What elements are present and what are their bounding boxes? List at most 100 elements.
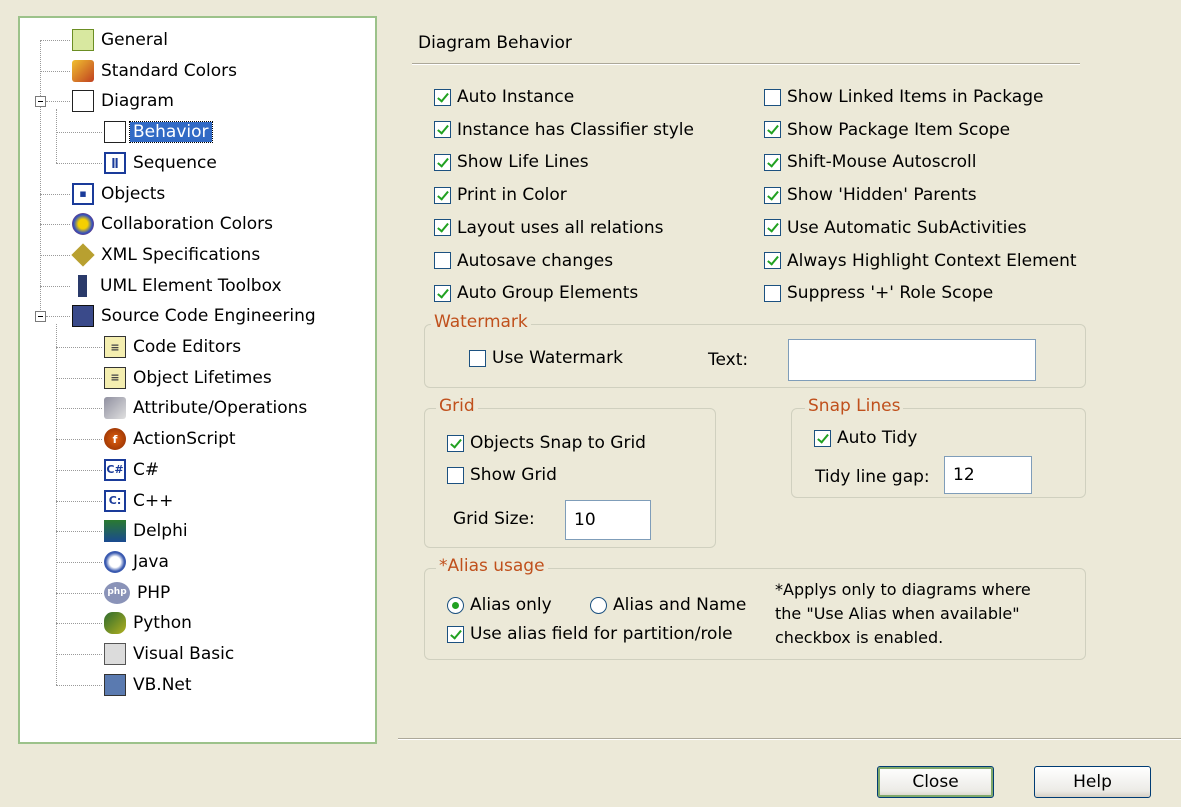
tidy-line-gap-input[interactable] (944, 456, 1032, 494)
checkbox-box[interactable] (434, 153, 451, 171)
auto-tidy-checkbox[interactable]: Auto Tidy (814, 427, 917, 449)
tree-item-label: Python (133, 613, 192, 634)
tree-connector (56, 347, 102, 348)
checkbox-suppress-role-scope[interactable]: Suppress '+' Role Scope (764, 282, 993, 304)
general-icon (72, 29, 94, 51)
alias-and-name-radio[interactable]: Alias and Name (590, 594, 746, 616)
toolbox-icon (78, 274, 87, 297)
checkbox-always-highlight-context-element[interactable]: Always Highlight Context Element (764, 250, 1077, 272)
use-alias-partition-box[interactable] (447, 625, 464, 643)
tree-item-behavior[interactable]: Behavior (104, 120, 213, 144)
tree-connector (56, 684, 102, 686)
tree-collapse-toggle[interactable] (35, 96, 46, 108)
tree-item-code-editors[interactable]: ≡ Code Editors (104, 335, 241, 359)
watermark-text-input[interactable] (788, 339, 1036, 381)
tree-item-source-code-engineering[interactable]: Source Code Engineering (72, 304, 316, 328)
tree-connector (56, 500, 102, 502)
tree-item-xml-specifications[interactable]: XML Specifications (71, 243, 260, 267)
tree-item-attribute-operations[interactable]: Attribute/Operations (104, 396, 307, 420)
tree-connector (40, 254, 70, 256)
tree-item-c[interactable]: C: C++ (104, 489, 173, 513)
checkbox-box[interactable] (764, 153, 781, 171)
objects-snap-to-grid-box[interactable] (447, 434, 464, 452)
tree-item-objects[interactable]: ▪ Objects (72, 182, 165, 206)
tree-connector (56, 109, 57, 163)
cpp-icon: C: (104, 489, 126, 512)
checkbox-instance-has-classifier-style[interactable]: Instance has Classifier style (434, 119, 694, 141)
use-alias-partition-checkbox[interactable]: Use alias field for partition/role (447, 623, 733, 645)
tree-item-c[interactable]: C# C# (104, 458, 159, 482)
tree-item-label: Delphi (133, 521, 188, 542)
tree-connector (40, 224, 70, 226)
use-watermark-label: Use Watermark (492, 348, 623, 368)
tree-item-collaboration-colors[interactable]: Collaboration Colors (72, 212, 273, 236)
objects-snap-to-grid-checkbox[interactable]: Objects Snap to Grid (447, 432, 646, 454)
checkbox-box[interactable] (434, 219, 451, 237)
php-icon: php (104, 581, 130, 604)
tree-item-label: Java (133, 551, 169, 572)
options-tree[interactable]: General Standard Colors Diagram Behavior ǁ Se… (18, 16, 377, 744)
checkbox-label: Print in Color (457, 185, 567, 206)
checkbox-box[interactable] (434, 252, 451, 269)
tree-item-object-lifetimes[interactable]: ≡ Object Lifetimes (104, 366, 272, 390)
checkbox-print-in-color[interactable]: Print in Color (434, 184, 567, 206)
alias-only-radio[interactable]: Alias only (447, 594, 552, 616)
tree-item-label: Behavior (129, 121, 213, 144)
checkbox-box[interactable] (764, 186, 781, 204)
tree-item-sequence[interactable]: ǁ Sequence (104, 151, 217, 175)
checkbox-layout-uses-all-relations[interactable]: Layout uses all relations (434, 217, 663, 239)
checkbox-label: Auto Group Elements (457, 283, 639, 304)
tree-item-java[interactable]: Java (104, 550, 169, 574)
tree-item-php[interactable]: php PHP (104, 581, 170, 605)
tree-item-label: Objects (101, 183, 166, 204)
checkbox-show-life-lines[interactable]: Show Life Lines (434, 151, 589, 173)
tree-item-label: C# (133, 459, 160, 480)
alias-and-name-radio-dot[interactable] (590, 596, 607, 614)
tree-item-standard-colors[interactable]: Standard Colors (72, 59, 237, 83)
checkbox-box[interactable] (434, 284, 451, 302)
checkbox-label: Use Automatic SubActivities (787, 217, 1027, 238)
checkbox-box[interactable] (764, 252, 781, 269)
alias-only-radio-dot[interactable] (447, 596, 464, 614)
tree-item-diagram[interactable]: Diagram (72, 89, 174, 113)
actionscript-icon: f (104, 428, 126, 451)
checkbox-show-linked-items-in-package[interactable]: Show Linked Items in Package (764, 86, 1043, 108)
tree-item-vb-net[interactable]: VB.Net (104, 673, 192, 697)
watermark-group-title: Watermark (431, 312, 531, 332)
tree-item-actionscript[interactable]: f ActionScript (104, 427, 236, 451)
checkbox-box[interactable] (764, 284, 781, 302)
checkbox-box[interactable] (764, 219, 781, 237)
checkbox-box[interactable] (434, 186, 451, 204)
checkbox-box[interactable] (764, 121, 781, 139)
show-grid-label: Show Grid (470, 465, 557, 485)
checkbox-box[interactable] (434, 121, 451, 139)
tree-item-delphi[interactable]: Delphi (104, 519, 188, 543)
checkbox-show-hidden-parents[interactable]: Show 'Hidden' Parents (764, 184, 977, 206)
grid-size-input[interactable] (565, 500, 651, 540)
tree-item-label: Object Lifetimes (133, 367, 272, 388)
tree-item-label: UML Element Toolbox (100, 275, 282, 296)
tree-item-python[interactable]: Python (104, 611, 192, 635)
tree-item-uml-element-toolbox[interactable]: UML Element Toolbox (72, 274, 282, 298)
checkbox-shift-mouse-autoscroll[interactable]: Shift-Mouse Autoscroll (764, 151, 976, 173)
vbnet-icon (104, 673, 126, 696)
checkbox-show-package-item-scope[interactable]: Show Package Item Scope (764, 119, 1010, 141)
help-button[interactable]: Help (1034, 766, 1151, 798)
checkbox-use-automatic-subactivities[interactable]: Use Automatic SubActivities (764, 217, 1027, 239)
attribute-icon (104, 397, 126, 420)
show-grid-checkbox[interactable]: Show Grid (447, 464, 557, 486)
checkbox-auto-group-elements[interactable]: Auto Group Elements (434, 282, 638, 304)
checkbox-auto-instance[interactable]: Auto Instance (434, 86, 574, 108)
close-button[interactable]: Close (877, 766, 994, 798)
tree-item-visual-basic[interactable]: Visual Basic (104, 642, 234, 666)
tree-collapse-toggle[interactable] (35, 311, 46, 323)
checkbox-box[interactable] (434, 88, 451, 106)
use-watermark-checkbox[interactable]: Use Watermark (469, 347, 623, 369)
tree-item-label: Collaboration Colors (101, 214, 273, 235)
use-watermark-box[interactable] (469, 349, 486, 367)
checkbox-box[interactable] (764, 88, 781, 106)
checkbox-autosave-changes[interactable]: Autosave changes (434, 250, 613, 272)
show-grid-box[interactable] (447, 466, 464, 484)
auto-tidy-box[interactable] (814, 429, 831, 447)
tree-item-general[interactable]: General (72, 28, 168, 52)
